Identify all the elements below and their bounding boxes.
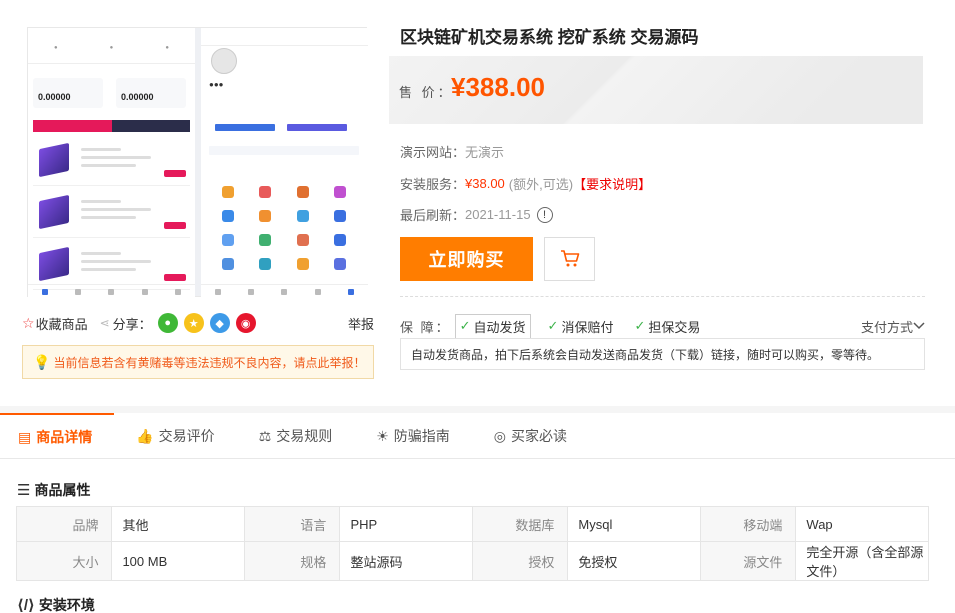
favorite-label: 收藏商品: [35, 316, 88, 332]
cart-icon: [560, 250, 579, 267]
thumbs-up-icon: 👍: [136, 427, 154, 444]
app-preview-right: ●●●: [201, 28, 368, 298]
detail-tabs: ▤ 商品详情 👍 交易评价 ⚖ 交易规则 ☀ 防骗指南 ◎ 买家必读: [0, 413, 955, 459]
guarantee-label: 保 障：: [400, 319, 451, 335]
table-row: 品牌 其他 语言 PHP 数据库 Mysql 移动端 Wap: [15, 506, 929, 542]
product-title: 区块链矿机交易系统 挖矿系统 交易源码: [400, 28, 699, 47]
report-link[interactable]: 举报: [348, 314, 374, 333]
demo-label: 演示网站：: [400, 145, 466, 160]
attr-key: 源文件: [699, 541, 797, 581]
demo-row: 演示网站： 无演示: [400, 142, 504, 161]
search-list-icon: ☰: [17, 482, 31, 499]
bulb-icon: 💡: [33, 353, 51, 370]
share-label-group: ⋖ 分享：: [100, 314, 152, 333]
tab-label: 交易评价: [158, 428, 215, 444]
check-icon: ✓: [547, 318, 559, 333]
guarantee-item-label: 担保交易: [648, 319, 701, 335]
tab-label: 交易规则: [276, 428, 333, 444]
environment-title: 安装环境: [38, 597, 95, 613]
favorite-button[interactable]: ☆ 收藏商品: [22, 314, 88, 333]
refresh-label: 最后刷新：: [400, 208, 466, 223]
install-note: (额外,可选): [508, 177, 574, 192]
tab-trade-rules[interactable]: ⚖ 交易规则: [237, 413, 355, 459]
attributes-table: 品牌 其他 语言 PHP 数据库 Mysql 移动端 Wap 大小 100 MB…: [15, 506, 929, 581]
document-icon: ▤: [18, 428, 32, 445]
qq-share-icon[interactable]: ◆: [209, 313, 230, 333]
refresh-date: 2021-11-15: [465, 207, 531, 222]
price-label: 售 价：: [399, 85, 454, 100]
guarantee-escrow[interactable]: ✓ 担保交易: [630, 315, 704, 338]
app-preview-left: ● ● ● 0.00000 0.00000: [28, 28, 195, 298]
install-price: ¥38.00: [465, 176, 505, 191]
star-icon: ☆: [22, 314, 35, 331]
attr-value: PHP: [339, 506, 473, 542]
attr-key: 大小: [15, 541, 113, 581]
divider: [400, 296, 925, 297]
price-box: 售 价： ¥388.00: [389, 56, 923, 124]
attr-key: 授权: [471, 541, 569, 581]
install-row: 安装服务： ¥38.00 (额外,可选) 【要求说明】: [400, 174, 651, 193]
attr-value: 整站源码: [339, 541, 473, 581]
guarantee-compensation[interactable]: ✓ 消保赔付: [544, 315, 618, 338]
payment-method-label: 支付方式: [860, 319, 913, 335]
guarantee-item-label: 消保赔付: [561, 319, 614, 335]
code-icon: ⟨/⟩: [17, 597, 35, 613]
share-icon: ⋖: [99, 316, 110, 330]
notice-text: 当前信息若含有黄赌毒等违法违规不良内容，请点此举报！: [53, 355, 366, 370]
share-label: 分享：: [112, 316, 152, 332]
product-image[interactable]: ● ● ● 0.00000 0.00000 ●●●: [27, 27, 368, 298]
chevron-down-icon: [913, 322, 925, 330]
install-requirements-link[interactable]: 【要求说明】: [573, 174, 651, 193]
report-notice[interactable]: 💡 当前信息若含有黄赌毒等违法违规不良内容，请点此举报！: [22, 345, 374, 379]
tab-anti-fraud[interactable]: ☀ 防骗指南: [354, 413, 472, 459]
attr-key: 规格: [243, 541, 341, 581]
attributes-title: 商品属性: [34, 482, 91, 498]
attr-value: 完全开源（含全部源文件）: [795, 541, 929, 581]
guarantee-description: 自动发货商品，拍下后系统会自动发送商品发货（下载）链接，随时可以购买，零等待。: [400, 338, 925, 370]
wechat-share-icon[interactable]: ●: [157, 313, 178, 333]
payment-method-dropdown[interactable]: 支付方式: [861, 317, 925, 336]
attr-key: 语言: [243, 506, 341, 542]
share-row: ☆ 收藏商品 ⋖ 分享： ● ★ ◆ ◉ 举报: [22, 313, 374, 333]
attr-value: 其他: [111, 506, 245, 542]
info-icon[interactable]: !: [536, 206, 553, 223]
check-icon: ✓: [634, 318, 646, 333]
attributes-heading: ☰ 商品属性: [17, 480, 90, 500]
environment-heading: ⟨/⟩ 安装环境: [17, 595, 95, 613]
install-label: 安装服务：: [400, 177, 466, 192]
tab-label: 买家必读: [511, 428, 568, 444]
section-divider: [0, 406, 955, 413]
compass-icon: ◎: [493, 427, 507, 444]
tab-reviews[interactable]: 👍 交易评价: [114, 413, 236, 459]
refresh-row: 最后刷新： 2021-11-15 !: [400, 205, 553, 224]
attr-key: 品牌: [15, 506, 113, 542]
table-row: 大小 100 MB 规格 整站源码 授权 免授权 源文件 完全开源（含全部源文件…: [15, 541, 929, 581]
tab-label: 商品详情: [36, 429, 93, 445]
attr-value: 100 MB: [111, 541, 245, 581]
check-icon: ✓: [459, 318, 471, 333]
tab-label: 防骗指南: [393, 428, 450, 444]
scale-icon: ⚖: [258, 427, 272, 444]
buy-now-button[interactable]: 立即购买: [400, 237, 533, 281]
add-to-cart-button[interactable]: [544, 237, 595, 281]
attr-value: Wap: [795, 506, 929, 542]
demo-value: 无演示: [465, 145, 505, 160]
price-value: ¥388.00: [451, 72, 545, 102]
guarantee-auto-delivery[interactable]: ✓ 自动发货: [454, 313, 531, 339]
qzone-share-icon[interactable]: ★: [183, 313, 204, 333]
weibo-share-icon[interactable]: ◉: [235, 313, 256, 333]
tab-product-details[interactable]: ▤ 商品详情: [0, 413, 115, 459]
attr-value: Mysql: [567, 506, 701, 542]
lightbulb-icon: ☀: [376, 427, 389, 444]
attr-key: 移动端: [699, 506, 797, 542]
attr-value: 免授权: [567, 541, 701, 581]
guarantee-row: 保 障： ✓ 自动发货 ✓ 消保赔付 ✓ 担保交易 支付方式: [400, 313, 925, 339]
tab-buyer-notes[interactable]: ◎ 买家必读: [472, 413, 589, 459]
guarantee-item-label: 自动发货: [473, 319, 526, 335]
attr-key: 数据库: [471, 506, 569, 542]
